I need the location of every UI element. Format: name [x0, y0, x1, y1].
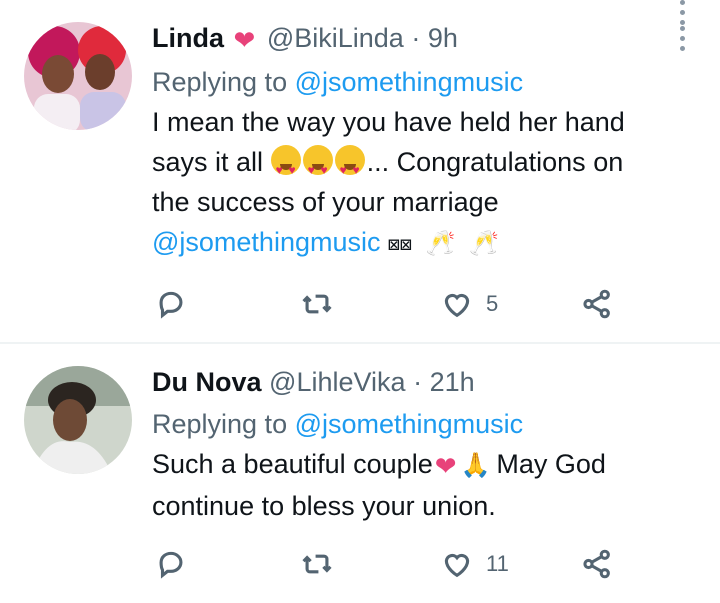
avatar[interactable]: [24, 366, 132, 474]
tweet-actions: 11: [152, 544, 622, 584]
tweet-text-line: I mean the way you have held her hand: [152, 107, 625, 137]
separator-dot: ·: [411, 23, 421, 53]
more-vertical-icon[interactable]: [672, 26, 692, 51]
tweet-actions: 5: [152, 284, 622, 324]
replying-to: Replying to @jsomethingmusic: [152, 62, 680, 102]
replying-to-mention[interactable]: @jsomethingmusic: [295, 409, 524, 439]
tweet-linda[interactable]: Linda ❤ @BikiLinda · 9h Replying to @jso…: [0, 0, 720, 342]
unsupported-emoji-boxes: ⊠⊠: [388, 232, 413, 256]
tweet-text: I mean the way you have held her hand sa…: [152, 102, 680, 264]
champagne-glasses-icon: 🥂: [425, 230, 456, 257]
share-icon: [583, 549, 610, 579]
heart-eyes-emoji-icon: [334, 145, 365, 190]
retweet-icon: [302, 294, 332, 314]
heart-eyes-emoji-icon: [270, 145, 301, 190]
tweet-text-line: Such a beautiful couple❤ 🙏 May God: [152, 444, 680, 486]
tweet-text-line: continue to bless your union.: [152, 491, 496, 521]
like-button[interactable]: 11: [440, 544, 509, 584]
tweet-content: Linda ❤ @BikiLinda · 9h Replying to @jso…: [152, 16, 680, 264]
tweet-header: Linda ❤ @BikiLinda · 9h: [152, 16, 680, 62]
tweet-text: Such a beautiful couple❤ 🙏 May God continu…: [152, 444, 680, 526]
share-button[interactable]: [580, 284, 614, 324]
reply-icon: [159, 291, 183, 319]
heart-emoji-icon: ❤: [233, 25, 256, 55]
heart-icon: [444, 293, 470, 318]
retweet-icon: [302, 554, 332, 574]
champagne-glasses-icon: 🥂: [469, 230, 499, 257]
tweet-text-line: the success of your marriage: [152, 187, 499, 217]
author-name[interactable]: Linda: [152, 23, 224, 53]
tweet-text-line: @jsomethingmusic ⊠⊠ 🥂 🥂: [152, 222, 680, 264]
tweet-text-fragment: says it all: [152, 147, 264, 177]
reply-button[interactable]: [154, 544, 200, 584]
reply-button[interactable]: [154, 284, 200, 324]
heart-icon: [444, 553, 470, 578]
retweet-button[interactable]: [300, 284, 346, 324]
replying-to-label: Replying to: [152, 409, 288, 439]
tweet-text-line: says it all ... Congratulations on: [152, 142, 680, 190]
author-name[interactable]: Du Nova: [152, 367, 262, 397]
replying-to-label: Replying to: [152, 67, 288, 97]
tweet-text-fragment: ... Congratulations on: [366, 147, 624, 177]
like-button[interactable]: 5: [440, 284, 498, 324]
author-handle[interactable]: @BikiLinda: [267, 23, 404, 53]
mention-link[interactable]: @jsomethingmusic: [152, 227, 381, 257]
author-handle[interactable]: @LihleVika: [269, 367, 406, 397]
more-vertical-icon[interactable]: [672, 0, 692, 25]
like-count: 5: [486, 291, 499, 316]
tweet-text-fragment: Such a beautiful couple: [152, 449, 433, 479]
tweet-text-fragment: May God: [496, 449, 606, 479]
separator-dot: ·: [413, 367, 423, 397]
share-button[interactable]: [580, 544, 614, 584]
tweet-du-nova[interactable]: Du Nova @LihleVika · 21h Replying to @js…: [0, 344, 720, 603]
share-icon: [583, 289, 610, 319]
retweet-button[interactable]: [300, 544, 346, 584]
tweet-content: Du Nova @LihleVika · 21h Replying to @js…: [152, 360, 680, 526]
timestamp[interactable]: 9h: [428, 23, 458, 53]
timestamp[interactable]: 21h: [430, 367, 475, 397]
avatar[interactable]: [24, 22, 132, 130]
heart-eyes-emoji-icon: [302, 145, 333, 190]
tweet-header: Du Nova @LihleVika · 21h: [152, 360, 680, 404]
praying-hands-emoji-icon: 🙏: [460, 452, 491, 479]
heart-emoji-icon: ❤: [434, 451, 457, 481]
like-count: 11: [486, 551, 509, 576]
replying-to-mention[interactable]: @jsomethingmusic: [295, 67, 524, 97]
replying-to: Replying to @jsomethingmusic: [152, 404, 680, 444]
reply-icon: [159, 551, 183, 579]
